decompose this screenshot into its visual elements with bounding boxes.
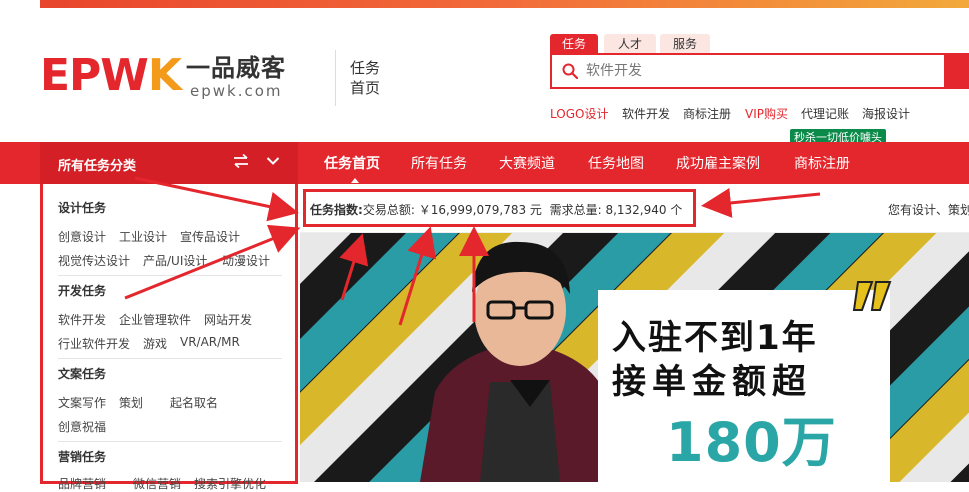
- search-tab-service[interactable]: 服务: [660, 34, 710, 54]
- category-divider: [58, 441, 282, 442]
- category-title-dev[interactable]: 开发任务: [58, 282, 106, 299]
- category-title-marketing[interactable]: 营销任务: [58, 448, 106, 465]
- task-index: 任务指数:交易总额: ￥16,999,079,783 元 需求总量: 8,132…: [310, 201, 682, 218]
- index-bar-tip[interactable]: 您有设计、策划: [888, 201, 969, 218]
- category-item[interactable]: 视觉传达设计: [58, 252, 130, 269]
- page-title: 任务首页: [350, 59, 381, 97]
- category-item[interactable]: 创意设计: [58, 228, 106, 245]
- demand-total: 8,132,940 个: [605, 203, 683, 217]
- top-promo-strip[interactable]: [40, 0, 969, 8]
- nav-item-contest[interactable]: 大赛频道: [499, 153, 555, 173]
- hot-link-software[interactable]: 软件开发: [622, 105, 670, 122]
- category-item[interactable]: 宣传品设计: [180, 228, 240, 245]
- logo-letters: EPWK: [40, 50, 182, 101]
- search-input[interactable]: [584, 56, 928, 86]
- hot-link-vip[interactable]: VIP购买: [745, 105, 788, 122]
- swap-icon[interactable]: [232, 153, 250, 169]
- search-button[interactable]: [946, 53, 969, 89]
- category-item[interactable]: 动漫设计: [222, 252, 270, 269]
- demand-label: 需求总量:: [549, 203, 602, 217]
- logo-letter-k: K: [147, 50, 182, 101]
- category-menu-label: 所有任务分类: [58, 159, 137, 174]
- search-tab-talent[interactable]: 人才: [604, 34, 656, 54]
- category-divider: [58, 275, 282, 276]
- category-item[interactable]: 搜索引擎优化: [194, 475, 266, 492]
- nav-item-all-tasks[interactable]: 所有任务: [411, 153, 467, 173]
- banner-amount: 180万: [666, 411, 837, 474]
- category-item[interactable]: 起名取名: [170, 394, 218, 411]
- nav-item-task-map[interactable]: 任务地图: [588, 153, 644, 173]
- banner-headline-2: 接单金额超: [612, 362, 812, 402]
- hot-link-accounting[interactable]: 代理记账: [801, 105, 849, 122]
- category-item[interactable]: VR/AR/MR: [180, 335, 240, 349]
- category-item[interactable]: 软件开发: [58, 311, 106, 328]
- category-item[interactable]: 微信营销: [133, 475, 181, 492]
- logo-divider: [335, 50, 336, 106]
- trade-label: 交易总额:: [362, 203, 415, 217]
- search-icon[interactable]: [562, 63, 578, 79]
- category-item[interactable]: 策划: [119, 394, 143, 411]
- category-item[interactable]: 企业管理软件: [119, 311, 191, 328]
- category-item[interactable]: 产品/UI设计: [143, 252, 207, 269]
- quote-icon: [852, 281, 892, 311]
- category-item[interactable]: 创意祝福: [58, 418, 106, 435]
- nav-item-success-cases[interactable]: 成功雇主案例: [676, 153, 760, 173]
- category-item[interactable]: 品牌营销: [58, 475, 106, 492]
- index-label: 任务指数:: [310, 203, 363, 217]
- category-divider: [58, 358, 282, 359]
- search-tab-task[interactable]: 任务: [550, 34, 598, 54]
- nav-active-indicator: [351, 178, 359, 183]
- hot-link-logo[interactable]: LOGO设计: [550, 105, 608, 122]
- category-item[interactable]: 行业软件开发: [58, 335, 130, 352]
- trade-total: ￥16,999,079,783 元: [418, 203, 542, 217]
- category-item[interactable]: 工业设计: [119, 228, 167, 245]
- category-item[interactable]: 网站开发: [204, 311, 252, 328]
- logo-letters-epw: EPW: [40, 50, 149, 101]
- nav-item-task-home[interactable]: 任务首页: [324, 153, 380, 173]
- nav-item-trademark[interactable]: 商标注册: [794, 153, 850, 173]
- logo-url: epwk.com: [190, 82, 283, 100]
- chevron-down-icon[interactable]: [266, 155, 280, 167]
- hot-link-poster[interactable]: 海报设计: [862, 105, 910, 122]
- category-item[interactable]: 文案写作: [58, 394, 106, 411]
- category-title-design[interactable]: 设计任务: [58, 199, 106, 216]
- banner-headline-1: 入驻不到1年: [612, 318, 818, 358]
- hot-link-trademark[interactable]: 商标注册: [683, 105, 731, 122]
- category-title-copy[interactable]: 文案任务: [58, 365, 106, 382]
- category-item[interactable]: 游戏: [143, 335, 167, 352]
- logo-name-cn: 一品威客: [186, 54, 286, 82]
